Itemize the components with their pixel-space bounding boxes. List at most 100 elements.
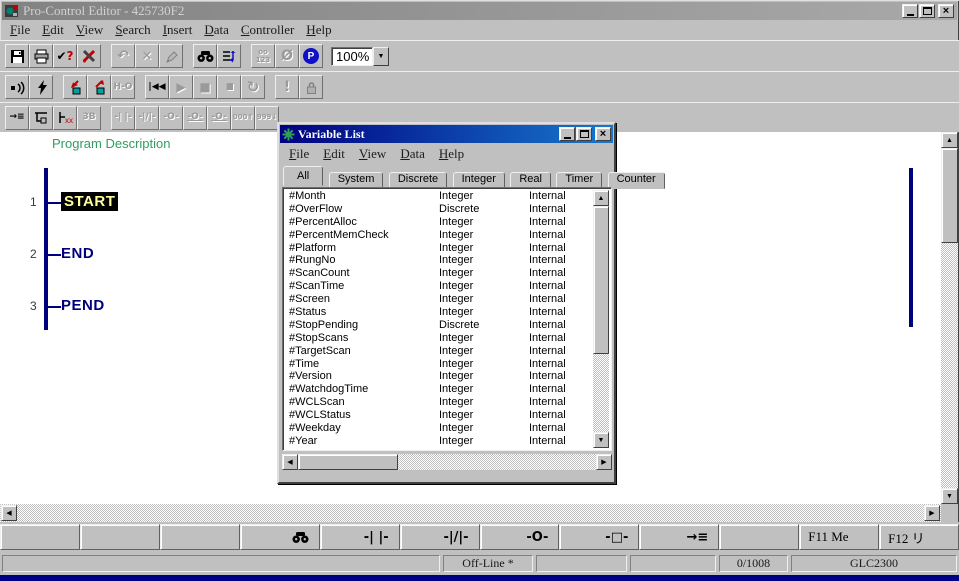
close-button[interactable]: ×: [938, 4, 954, 18]
menu-file[interactable]: File: [4, 21, 36, 39]
scrollbar-thumb[interactable]: [298, 454, 398, 470]
variable-row[interactable]: #PercentAlloc Integer Internal: [285, 216, 593, 229]
variable-row[interactable]: #ScanCount Integer Internal: [285, 267, 593, 280]
variable-row[interactable]: #Platform Integer Internal: [285, 242, 593, 255]
variable-row[interactable]: #WatchdogTime Integer Internal: [285, 383, 593, 396]
fkey-button-1[interactable]: [0, 524, 80, 550]
minimize-button[interactable]: [902, 4, 918, 18]
pause-button[interactable]: ▮▮: [217, 75, 241, 99]
variable-row[interactable]: #Weekday Integer Internal: [285, 422, 593, 435]
vl-menu-view[interactable]: View: [352, 145, 393, 163]
setup-tools-button[interactable]: [77, 44, 101, 68]
fkey-instruction-button[interactable]: -□-: [559, 524, 639, 550]
variable-row[interactable]: #Year Integer Internal: [285, 435, 593, 448]
variable-list-title-bar[interactable]: Variable List ×: [280, 125, 613, 143]
edit-button[interactable]: [159, 44, 183, 68]
rung-label-end[interactable]: END: [61, 245, 94, 262]
variable-row[interactable]: #ScanTime Integer Internal: [285, 280, 593, 293]
power-flow-button[interactable]: P: [299, 44, 323, 68]
variable-row[interactable]: #PercentMemCheck Integer Internal: [285, 229, 593, 242]
insert-up-counter-button[interactable]: 000↑: [231, 106, 255, 130]
force-button[interactable]: [29, 75, 53, 99]
monitor-io-button[interactable]: H-O: [111, 75, 135, 99]
delete-button[interactable]: ✕: [135, 44, 159, 68]
variable-list-window[interactable]: Variable List × File Edit View Data Help…: [277, 122, 616, 484]
zoom-dropdown-button[interactable]: ▼: [373, 47, 389, 66]
insert-label-button[interactable]: xx: [53, 106, 77, 130]
fkey-f11-button[interactable]: F11 Me: [799, 524, 879, 550]
upload-from-controller-button[interactable]: [87, 75, 111, 99]
variable-list-vscrollbar[interactable]: ▲ ▼: [593, 190, 609, 448]
scroll-down-button[interactable]: ▼: [941, 488, 958, 504]
rewind-button[interactable]: |◀◀: [145, 75, 169, 99]
run-button[interactable]: ▶: [169, 75, 193, 99]
insert-coil-button[interactable]: -O-: [159, 106, 183, 130]
menu-insert[interactable]: Insert: [157, 21, 199, 39]
scrollbar-thumb[interactable]: [593, 206, 609, 354]
variable-row[interactable]: #OverFlow Discrete Internal: [285, 203, 593, 216]
scroll-down-button[interactable]: ▼: [593, 432, 609, 448]
fkey-contact-no-button[interactable]: -| |-: [320, 524, 400, 550]
menu-help[interactable]: Help: [300, 21, 337, 39]
variable-row[interactable]: #WCLStatus Integer Internal: [285, 409, 593, 422]
fkey-insert-rung-button[interactable]: →≡: [639, 524, 719, 550]
menu-search[interactable]: Search: [109, 21, 156, 39]
variable-row[interactable]: #Month Integer Internal: [285, 190, 593, 203]
scroll-right-button[interactable]: ▶: [596, 454, 612, 470]
vertical-scrollbar[interactable]: ▲ ▼: [941, 132, 958, 504]
variable-row[interactable]: #Version Integer Internal: [285, 370, 593, 383]
variable-row[interactable]: #Time Integer Internal: [285, 358, 593, 371]
fkey-find-button[interactable]: [240, 524, 320, 550]
rung-label-start[interactable]: START: [61, 192, 118, 211]
scrollbar-track[interactable]: [0, 504, 941, 522]
fkey-button-2[interactable]: [80, 524, 160, 550]
undo-button[interactable]: ↶: [111, 44, 135, 68]
print-button[interactable]: [29, 44, 53, 68]
fkey-contact-nc-button[interactable]: -|/|-: [400, 524, 480, 550]
variable-row[interactable]: #TargetScan Integer Internal: [285, 345, 593, 358]
insert-contact-no-button[interactable]: -| |-: [111, 106, 135, 130]
vl-menu-data[interactable]: Data: [393, 145, 432, 163]
rung-label-pend[interactable]: PEND: [61, 297, 105, 314]
error-button[interactable]: !: [275, 75, 299, 99]
insert-down-counter-button[interactable]: 999↓: [255, 106, 279, 130]
scroll-up-button[interactable]: ▲: [941, 132, 958, 148]
scroll-left-button[interactable]: ◀: [1, 505, 17, 521]
save-button[interactable]: [5, 44, 29, 68]
variable-row[interactable]: #Status Integer Internal: [285, 306, 593, 319]
vl-menu-edit[interactable]: Edit: [316, 145, 352, 163]
fkey-button-3[interactable]: [160, 524, 240, 550]
zoom-value[interactable]: 100%: [331, 47, 373, 66]
variable-row[interactable]: #StopPending Discrete Internal: [285, 319, 593, 332]
menu-view[interactable]: View: [70, 21, 109, 39]
menu-controller[interactable]: Controller: [235, 21, 300, 39]
fkey-coil-button[interactable]: -O-: [480, 524, 560, 550]
validate-button[interactable]: ✔?: [53, 44, 77, 68]
replace-button[interactable]: [217, 44, 241, 68]
insert-rung-button[interactable]: →≡: [5, 106, 29, 130]
fkey-f12-button[interactable]: F12 リ: [879, 524, 959, 550]
scroll-up-button[interactable]: ▲: [593, 190, 609, 206]
minimize-button[interactable]: [559, 127, 575, 141]
maximize-button[interactable]: [576, 127, 592, 141]
zoom-combo[interactable]: 100% ▼: [331, 47, 389, 66]
vl-menu-help[interactable]: Help: [432, 145, 471, 163]
insert-reset-coil-button[interactable]: -O-: [207, 106, 231, 130]
maximize-button[interactable]: [919, 4, 935, 18]
security-button[interactable]: [299, 75, 323, 99]
menu-data[interactable]: Data: [198, 21, 235, 39]
disable-output-button[interactable]: Ø: [275, 44, 299, 68]
variable-row[interactable]: #WCLScan Integer Internal: [285, 396, 593, 409]
close-button[interactable]: ×: [595, 127, 611, 141]
scroll-right-button[interactable]: ▶: [924, 505, 940, 521]
scrollbar-thumb[interactable]: [941, 148, 958, 243]
menu-edit[interactable]: Edit: [36, 21, 70, 39]
horizontal-scrollbar[interactable]: ◀ ▶: [0, 504, 941, 522]
count-references-button[interactable]: oo123: [251, 44, 275, 68]
program-description[interactable]: Program Description: [52, 136, 171, 151]
fkey-button-10[interactable]: [719, 524, 799, 550]
insert-branch-button[interactable]: [29, 106, 53, 130]
find-button[interactable]: [193, 44, 217, 68]
download-to-controller-button[interactable]: [63, 75, 87, 99]
scroll-left-button[interactable]: ◀: [282, 454, 298, 470]
